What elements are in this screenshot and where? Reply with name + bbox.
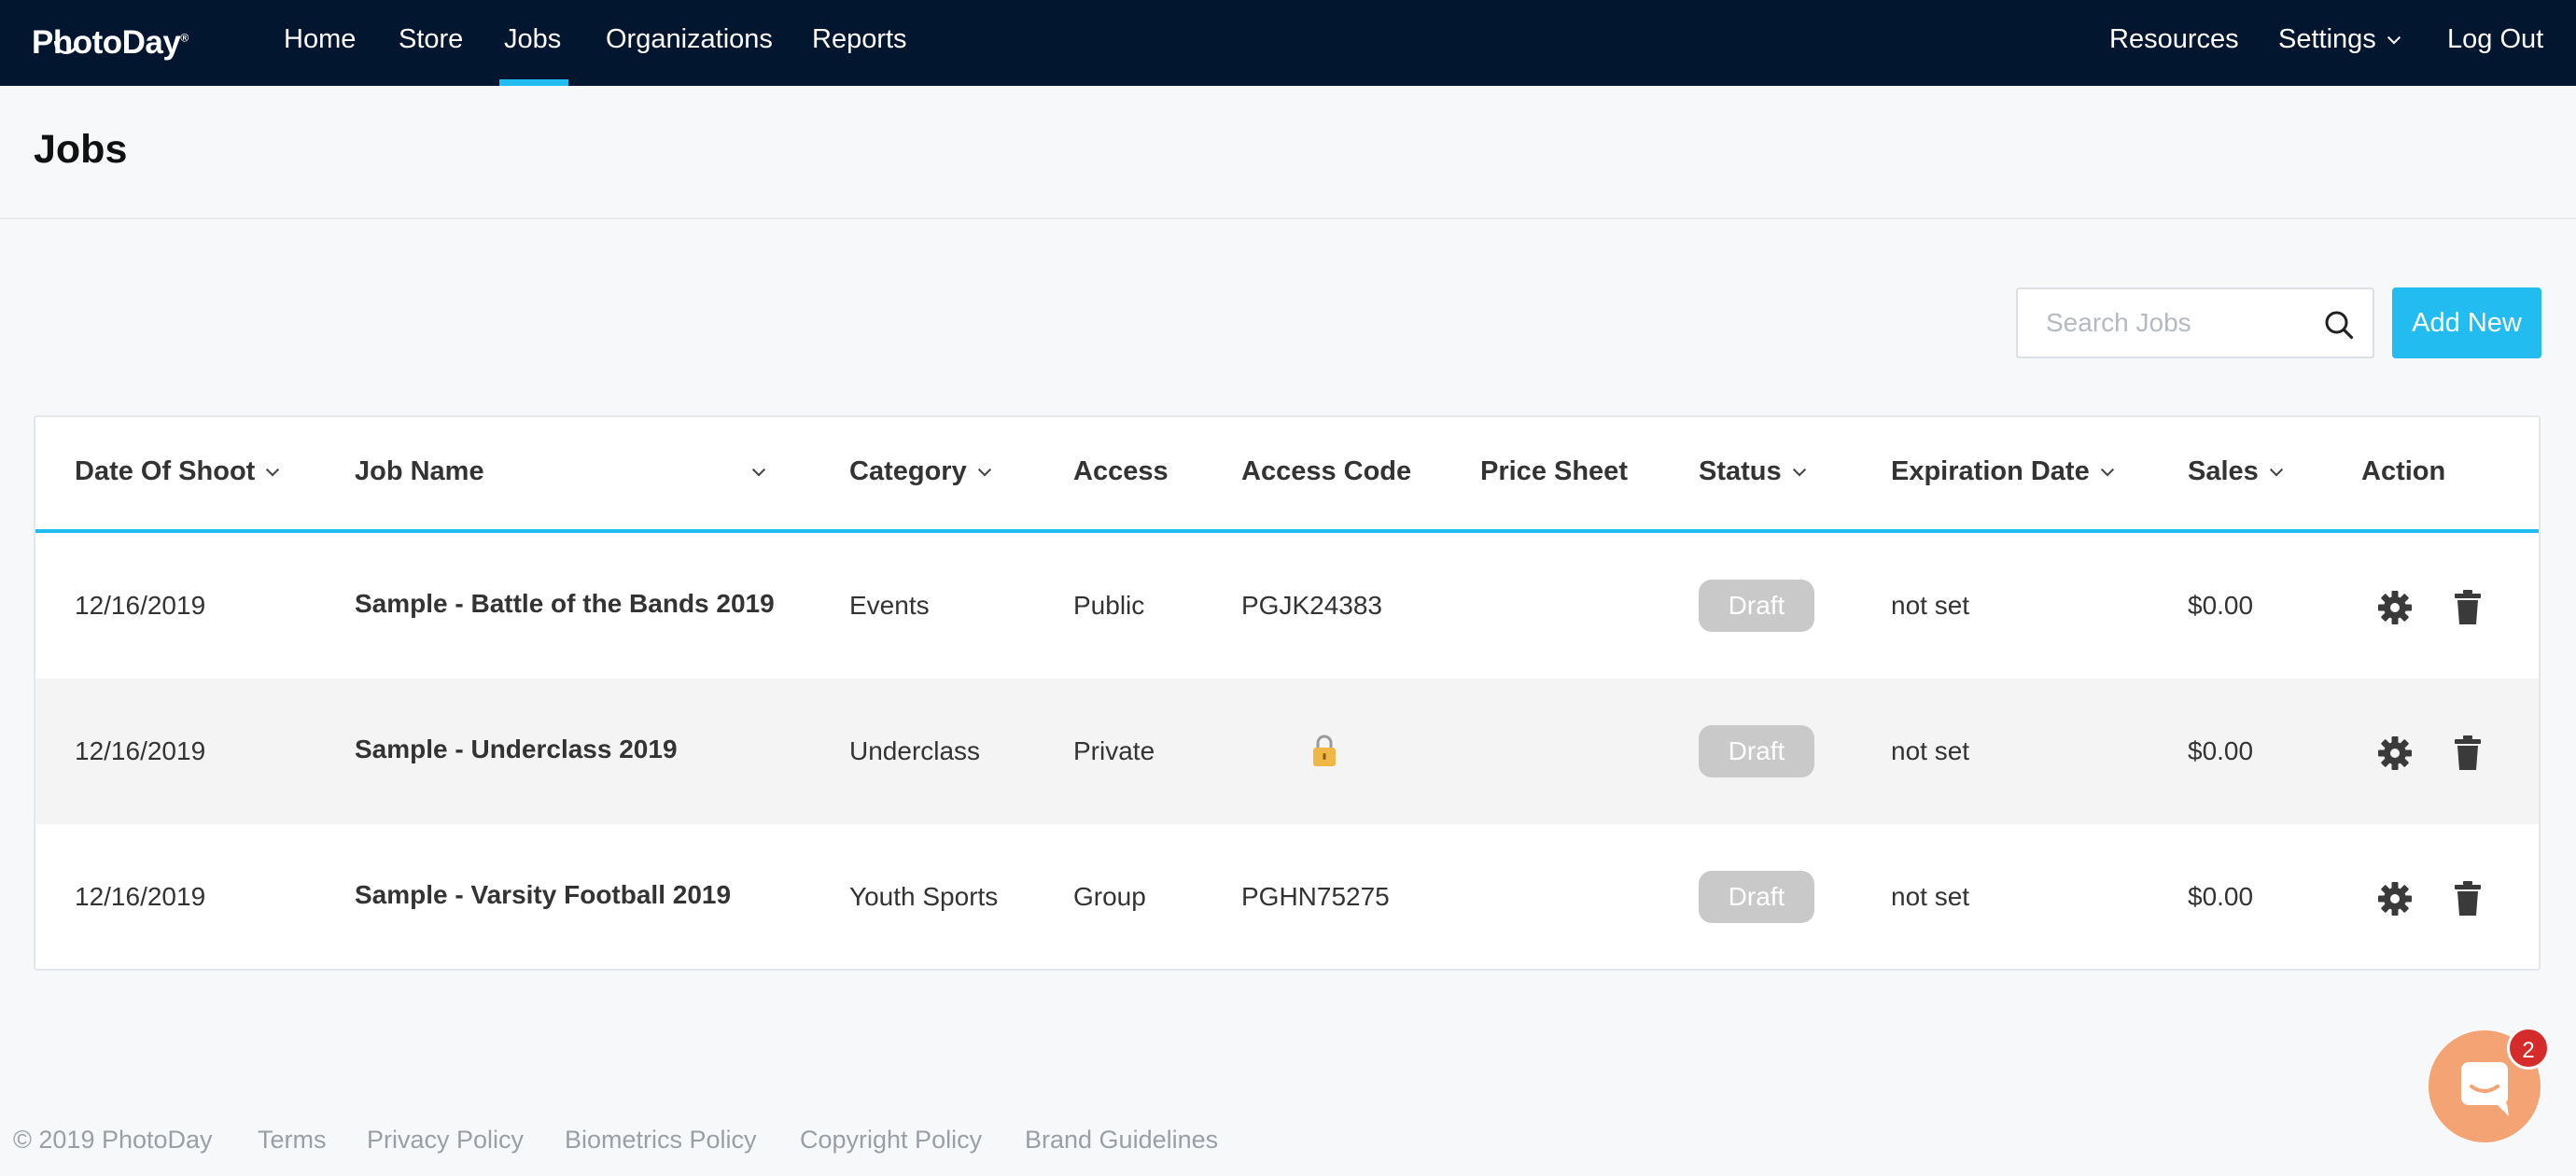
column-header-label: Status <box>1699 456 1782 486</box>
chevron-down-icon <box>266 463 280 477</box>
settings-label: Settings <box>2278 24 2376 54</box>
search-icon[interactable] <box>2324 310 2354 340</box>
cell-category: Events <box>849 591 930 620</box>
cell-sales: $0.00 <box>2188 591 2254 620</box>
cell-access: Public <box>1073 591 1145 620</box>
search-box <box>2016 287 2374 358</box>
gear-icon[interactable] <box>2376 880 2414 917</box>
cell-date: 12/16/2019 <box>75 591 206 620</box>
cell-access-code: PGHN75275 <box>1241 882 1390 911</box>
chevron-down-icon <box>1792 463 1806 477</box>
chevron-down-icon <box>2100 463 2114 477</box>
column-header-access: Access <box>1073 456 1169 486</box>
page-header: Jobs <box>0 86 2576 219</box>
table-row: 12/16/2019 Sample - Battle of the Bands … <box>35 533 2539 679</box>
column-header-label: Expiration Date <box>1891 456 2090 486</box>
column-header-label: Category <box>849 456 967 486</box>
footer-link-privacy[interactable]: Privacy Policy <box>367 1126 524 1155</box>
cell-date: 12/16/2019 <box>75 882 206 911</box>
cell-category: Underclass <box>849 736 981 765</box>
notification-badge: 2 <box>2507 1027 2550 1070</box>
nav-item-resources[interactable]: Resources <box>2109 24 2239 55</box>
jobs-table: Date Of Shoot Job Name Category Access A… <box>34 415 2541 971</box>
nav-item-store[interactable]: Store <box>399 24 463 55</box>
footer-link-biometrics[interactable]: Biometrics Policy <box>565 1126 757 1155</box>
nav-item-jobs[interactable]: Jobs <box>504 24 561 55</box>
search-input[interactable] <box>2018 289 2317 357</box>
status-badge: Draft <box>1699 580 1814 632</box>
column-header-date[interactable]: Date Of Shoot <box>75 456 280 487</box>
nav-item-organizations[interactable]: Organizations <box>606 24 773 55</box>
page-title: Jobs <box>34 127 128 172</box>
trash-icon[interactable] <box>2453 880 2483 917</box>
nav-item-logout[interactable]: Log Out <box>2447 24 2543 55</box>
table-row: 12/16/2019 Sample - Underclass 2019 Unde… <box>35 679 2539 824</box>
gear-icon[interactable] <box>2376 735 2414 772</box>
footer-link-terms[interactable]: Terms <box>258 1126 327 1155</box>
footer-copyright: © 2019 PhotoDay <box>13 1126 213 1154</box>
table-row: 12/16/2019 Sample - Varsity Football 201… <box>35 824 2539 970</box>
nav-item-settings[interactable]: Settings <box>2278 24 2401 55</box>
nav-item-home[interactable]: Home <box>284 24 356 55</box>
lock-icon <box>1313 735 1336 766</box>
column-header-label: Job Name <box>355 456 484 486</box>
cell-job-name[interactable]: Sample - Varsity Football 2019 <box>355 880 731 910</box>
column-header-label: Date Of Shoot <box>75 456 256 486</box>
cell-date: 12/16/2019 <box>75 736 206 765</box>
trash-icon[interactable] <box>2453 589 2483 626</box>
status-badge: Draft <box>1699 725 1814 777</box>
nav-item-reports[interactable]: Reports <box>812 24 907 55</box>
cell-job-name[interactable]: Sample - Underclass 2019 <box>355 735 678 764</box>
column-header-access-code: Access Code <box>1241 456 1412 486</box>
cell-job-name[interactable]: Sample - Battle of the Bands 2019 <box>355 589 775 619</box>
nav-active-indicator <box>499 79 568 86</box>
cell-access: Group <box>1073 882 1146 911</box>
column-header-price-sheet: Price Sheet <box>1480 456 1628 486</box>
column-header-sales[interactable]: Sales <box>2188 456 2283 487</box>
top-nav: PhotoDay® Home Store Jobs Organizations … <box>0 0 2576 86</box>
chevron-down-icon <box>2387 31 2401 45</box>
column-header-status[interactable]: Status <box>1699 456 1806 487</box>
column-header-category[interactable]: Category <box>849 456 991 487</box>
gear-icon[interactable] <box>2376 589 2414 626</box>
column-header-job-name[interactable]: Job Name <box>355 456 484 487</box>
cell-sales: $0.00 <box>2188 882 2254 911</box>
cell-expiration: not set <box>1891 591 1970 620</box>
status-badge: Draft <box>1699 871 1814 923</box>
chevron-down-icon[interactable] <box>751 456 766 487</box>
chevron-down-icon <box>2269 463 2283 477</box>
column-header-action: Action <box>2361 456 2446 486</box>
cell-expiration: not set <box>1891 882 1970 911</box>
add-new-button[interactable]: Add New <box>2392 287 2541 358</box>
column-header-label: Sales <box>2188 456 2259 486</box>
cell-access: Private <box>1073 736 1155 765</box>
trash-icon[interactable] <box>2453 735 2483 772</box>
chevron-down-icon <box>977 463 991 477</box>
footer-link-copyright[interactable]: Copyright Policy <box>800 1126 982 1155</box>
cell-category: Youth Sports <box>849 882 999 911</box>
cell-expiration: not set <box>1891 736 1970 765</box>
cell-sales: $0.00 <box>2188 736 2254 765</box>
cell-access-code: PGJK24383 <box>1241 591 1382 620</box>
logo-registered-mark: ® <box>180 31 189 45</box>
column-header-expiration[interactable]: Expiration Date <box>1891 456 2114 487</box>
footer-link-brand[interactable]: Brand Guidelines <box>1025 1126 1218 1155</box>
